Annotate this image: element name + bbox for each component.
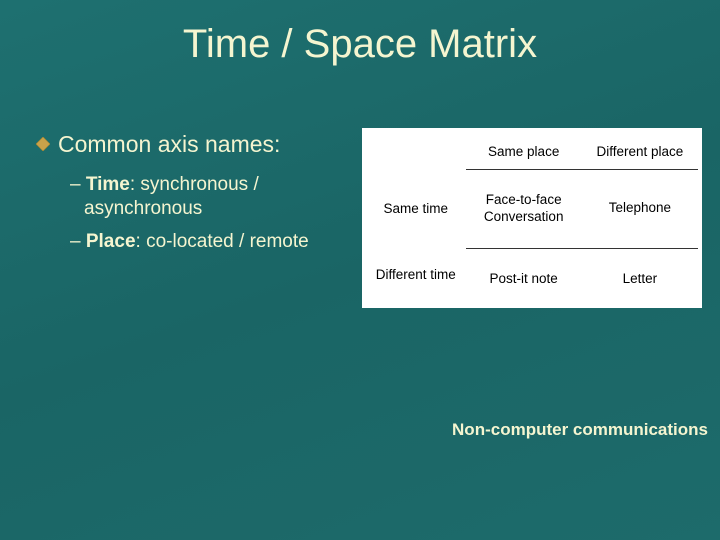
sub-bullet-label: Time [86,174,130,195]
matrix-empty-corner [366,134,466,170]
slide: Time / Space Matrix Common axis names: –… [0,0,720,540]
matrix-caption: Non-computer communications [360,420,708,440]
matrix-row: Different time Post-it note Letter [366,248,698,301]
matrix-table: Same place Different place Same time Fac… [366,134,698,302]
bullet-heading: Common axis names: [58,130,280,159]
bullet-block: Common axis names: – Time: synchronous /… [36,130,336,263]
sub-bullet-label: Place [86,231,136,252]
dash-icon: – [70,231,86,252]
matrix-header-row: Same place Different place [366,134,698,170]
bullet-row: Common axis names: [36,130,336,159]
matrix-row: Same time Face-to-face Conversation Tele… [366,170,698,249]
matrix-cell: Letter [582,248,698,301]
matrix-col-header: Same place [466,134,582,170]
matrix-cell: Telephone [582,170,698,249]
matrix-table-wrap: Same place Different place Same time Fac… [362,128,702,308]
diamond-bullet-icon [36,137,50,151]
sub-bullet-time: – Time: synchronous / asynchronous [70,173,336,222]
sub-bullet-list: – Time: synchronous / asynchronous – Pla… [70,173,336,255]
matrix-cell: Post-it note [466,248,582,301]
matrix-row-header: Different time [366,248,466,301]
slide-title: Time / Space Matrix [0,22,720,67]
sub-bullet-desc: : co-located / remote [136,231,309,252]
dash-icon: – [70,174,86,195]
sub-bullet-place: – Place: co-located / remote [70,230,336,255]
matrix-row-header: Same time [366,170,466,249]
matrix-cell: Face-to-face Conversation [466,170,582,249]
matrix-col-header: Different place [582,134,698,170]
